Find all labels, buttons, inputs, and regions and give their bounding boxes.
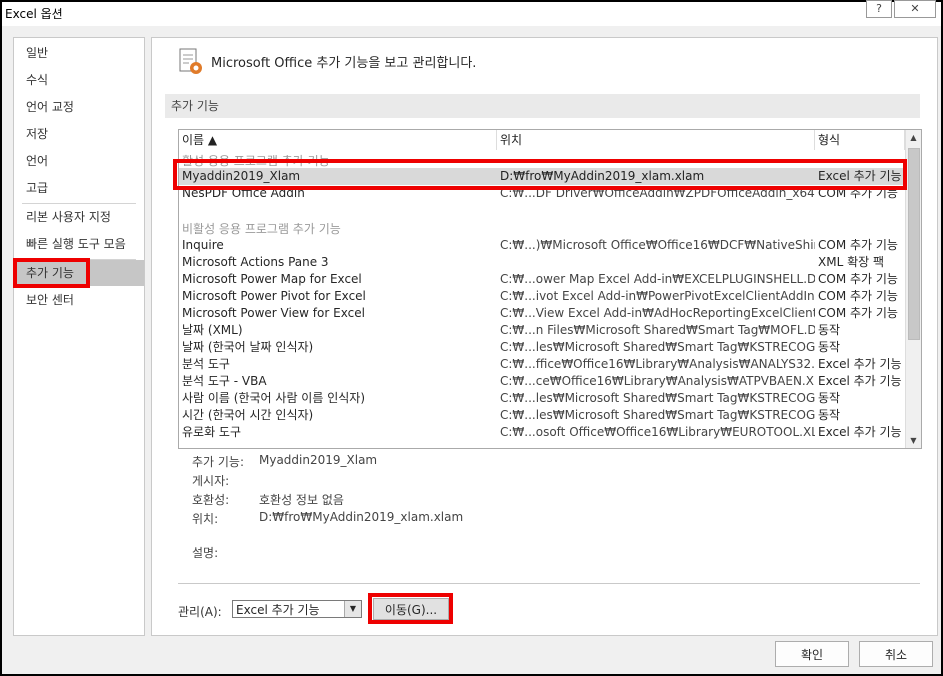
cell-name: 사람 이름 (한국어 사람 이름 인식자): [182, 391, 365, 405]
cell-type: COM 추가 기능: [818, 289, 898, 303]
nav-item-quick-access-toolbar[interactable]: 빠른 실행 도구 모음: [14, 231, 144, 257]
main-panel: Microsoft Office 추가 기능을 보고 관리합니다. 추가 기능 …: [151, 37, 938, 636]
cell-name: Inquire: [182, 238, 224, 252]
close-icon[interactable]: ✕: [894, 0, 936, 18]
scroll-up-icon[interactable]: ▲: [906, 130, 921, 145]
cell-type: COM 추가 기능: [818, 306, 898, 320]
cell-location: C:₩...)₩Microsoft Office₩Office16₩DCF₩Na…: [500, 238, 815, 252]
cell-name: 시간 (한국어 시간 인식자): [182, 408, 314, 422]
list-row[interactable]: 사람 이름 (한국어 사람 이름 인식자) C:₩...les₩Microsoft…: [179, 390, 905, 407]
list-scrollbar[interactable]: ▲ ▼: [905, 130, 921, 448]
cell-location: C:₩...ower Map Excel Add-in₩EXCELPLUGINS…: [500, 272, 815, 286]
cell-location: C:₩...les₩Microsoft Shared₩Smart Tag₩KST…: [500, 391, 815, 405]
cell-location: C:₩...n Files₩Microsoft Shared₩Smart Tag…: [500, 323, 815, 337]
page-header-text: Microsoft Office 추가 기능을 보고 관리합니다.: [211, 56, 477, 71]
cell-type: COM 추가 기능: [818, 238, 898, 252]
nav-item-language[interactable]: 언어: [14, 148, 144, 174]
cell-type: 동작: [818, 391, 841, 405]
column-header-name[interactable]: 이름 ▲: [179, 130, 497, 150]
manage-label: 관리(A):: [178, 605, 222, 619]
nav-item-trust-center[interactable]: 보안 센터: [14, 287, 144, 313]
cell-name: Microsoft Power Pivot for Excel: [182, 289, 366, 303]
detail-label-description: 설명:: [192, 546, 219, 560]
list-row[interactable]: 시간 (한국어 시간 인식자) C:₩...les₩Microsoft Share…: [179, 407, 905, 424]
cell-type: COM 추가 기능: [818, 272, 898, 286]
addins-gear-icon: [179, 48, 202, 74]
nav-item-proofing[interactable]: 언어 교정: [14, 94, 144, 120]
divider: [178, 583, 920, 584]
highlight-box-nav: [13, 258, 90, 288]
cell-name: Microsoft Actions Pane 3: [182, 255, 329, 269]
cell-name: 날짜 (한국어 날짜 인식자): [182, 340, 314, 354]
cancel-button[interactable]: 취소: [859, 641, 933, 667]
ok-button[interactable]: 확인: [775, 641, 849, 667]
detail-label-location: 위치:: [192, 512, 219, 526]
column-header-location[interactable]: 위치: [497, 130, 815, 150]
detail-label-compatibility: 호환성:: [192, 493, 230, 507]
nav-item-advanced[interactable]: 고급: [14, 175, 144, 201]
detail-value-location: D:₩fro₩MyAddin2019_xlam.xlam: [259, 510, 464, 524]
scroll-thumb[interactable]: [908, 148, 920, 340]
cell-type: XML 확장 팩: [818, 255, 885, 269]
column-header-type[interactable]: 형식: [815, 130, 905, 150]
cell-type: Excel 추가 기능: [818, 357, 902, 371]
list-row[interactable]: Microsoft Power Pivot for Excel C:₩...ivo…: [179, 288, 905, 305]
nav-item-customize-ribbon[interactable]: 리본 사용자 지정: [14, 204, 144, 230]
nav-item-save[interactable]: 저장: [14, 121, 144, 147]
cell-type: Excel 추가 기능: [818, 374, 902, 388]
cell-name: Microsoft Power View for Excel: [182, 306, 365, 320]
cell-location: C:₩...View Excel Add-in₩AdHocReportingEx…: [500, 306, 815, 320]
sidebar-nav: 일반 수식 언어 교정 저장 언어 고급 리본 사용자 지정 빠른 실행 도구 …: [13, 37, 145, 636]
detail-value-addin: Myaddin2019_Xlam: [259, 453, 378, 467]
cell-type: 동작: [818, 408, 841, 422]
cell-name: 유로화 도구: [182, 425, 242, 439]
help-icon[interactable]: ?: [866, 0, 892, 18]
list-row[interactable]: 분석 도구 - VBA C:₩...ce₩Office16₩Library₩Ana…: [179, 373, 905, 390]
list-row[interactable]: 날짜 (XML) C:₩...n Files₩Microsoft Shared₩S…: [179, 322, 905, 339]
window-title: Excel 옵션: [5, 7, 63, 21]
cell-type: 동작: [818, 340, 841, 354]
dialog-window: Excel 옵션 ? ✕ 일반 수식 언어 교정 저장 언어 고급 리본 사용자…: [0, 0, 943, 676]
list-row[interactable]: 유로화 도구 C:₩...osoft Office₩Office16₩Librar…: [179, 424, 905, 441]
list-row[interactable]: Microsoft Power View for Excel C:₩...View…: [179, 305, 905, 322]
list-row[interactable]: 분석 도구 C:₩...ffice₩Office16₩Library₩Analys…: [179, 356, 905, 373]
cell-name: 분석 도구: [182, 357, 230, 371]
highlight-box-go: [368, 593, 453, 624]
list-row[interactable]: Microsoft Actions Pane 3 XML 확장 팩: [179, 254, 905, 271]
title-bar: Excel 옵션 ? ✕: [2, 0, 941, 26]
list-row[interactable]: Microsoft Power Map for Excel C:₩...ower …: [179, 271, 905, 288]
group-label-inactive: 비활성 응용 프로그램 추가 기능: [182, 222, 341, 236]
detail-value-compatibility: 호환성 정보 없음: [259, 493, 344, 507]
cell-location: C:₩...ivot Excel Add-in₩PowerPivotExcelC…: [500, 289, 815, 303]
highlight-box-row: [173, 159, 907, 190]
cell-type: Excel 추가 기능: [818, 425, 902, 439]
cell-type: 동작: [818, 323, 841, 337]
cell-location: C:₩...les₩Microsoft Shared₩Smart Tag₩KST…: [500, 340, 815, 354]
nav-item-formulas[interactable]: 수식: [14, 67, 144, 93]
nav-item-general[interactable]: 일반: [14, 40, 144, 66]
scroll-down-icon[interactable]: ▼: [906, 433, 921, 448]
cell-location: C:₩...osoft Office₩Office16₩Library₩EURO…: [500, 425, 815, 439]
list-row[interactable]: 날짜 (한국어 날짜 인식자) C:₩...les₩Microsoft Share…: [179, 339, 905, 356]
cell-name: 날짜 (XML): [182, 323, 243, 337]
cell-location: C:₩...ce₩Office16₩Library₩Analysis₩ATPVB…: [500, 374, 815, 388]
detail-label-publisher: 게시자:: [192, 474, 230, 488]
cell-name: 분석 도구 - VBA: [182, 374, 267, 388]
cell-name: Microsoft Power Map for Excel: [182, 272, 362, 286]
list-row[interactable]: Inquire C:₩...)₩Microsoft Office₩Office16…: [179, 237, 905, 254]
manage-select-value: Excel 추가 기능: [236, 603, 320, 617]
detail-label-addin: 추가 기능:: [192, 455, 245, 469]
cell-location: C:₩...ffice₩Office16₩Library₩Analysis₩AN…: [500, 357, 815, 371]
cell-location: C:₩...les₩Microsoft Shared₩Smart Tag₩KST…: [500, 408, 815, 422]
chevron-down-icon[interactable]: ▼: [344, 601, 361, 617]
section-title-addins: 추가 기능: [165, 94, 920, 118]
manage-select[interactable]: Excel 추가 기능 ▼: [232, 600, 362, 618]
